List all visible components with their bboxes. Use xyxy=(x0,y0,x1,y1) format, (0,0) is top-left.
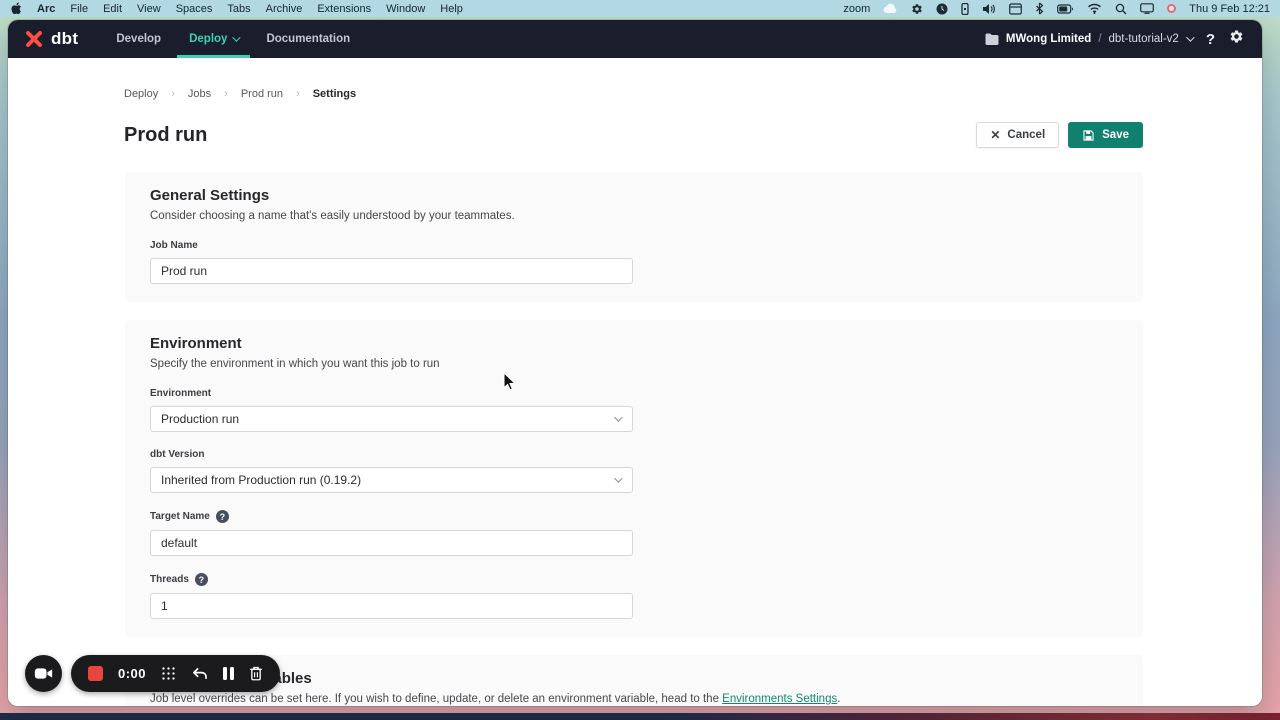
dbt-version-label: dbt Version xyxy=(150,449,204,460)
main-nav: Develop Deploy Documentation xyxy=(104,20,362,58)
environment-card: Environment Specify the environment in w… xyxy=(125,320,1143,637)
page-title: Prod run xyxy=(124,124,207,147)
breadcrumb-prod-run[interactable]: Prod run xyxy=(241,88,283,100)
save-button[interactable]: Save xyxy=(1068,122,1143,148)
spotlight-search-icon[interactable] xyxy=(1115,3,1127,15)
menu-item-arc[interactable]: Arc xyxy=(37,3,55,15)
save-floppy-icon xyxy=(1082,129,1095,142)
breadcrumb-jobs[interactable]: Jobs xyxy=(188,88,211,100)
menu-item-file[interactable]: File xyxy=(70,3,88,15)
page-content: Deploy › Jobs › Prod run › Settings Prod… xyxy=(8,58,1262,706)
help-button[interactable]: ? xyxy=(1206,31,1215,48)
screen-record-status-icon[interactable] xyxy=(1167,4,1176,13)
menu-item-extensions[interactable]: Extensions xyxy=(317,3,371,15)
dbt-logo[interactable]: dbt xyxy=(22,27,78,51)
recorder-pill: 0:00 xyxy=(71,655,280,692)
environment-label: Environment xyxy=(150,388,211,399)
nav-deploy[interactable]: Deploy xyxy=(177,20,250,58)
close-icon: ✕ xyxy=(990,128,1000,142)
dbt-logo-icon xyxy=(22,27,46,51)
target-name-help-icon[interactable]: ? xyxy=(216,510,229,523)
job-name-label: Job Name xyxy=(150,240,198,251)
account-separator: / xyxy=(1098,33,1101,45)
browser-window: dbt Develop Deploy Documentation MWong L… xyxy=(8,20,1262,706)
bluetooth-icon[interactable] xyxy=(1035,2,1044,15)
volume-icon[interactable] xyxy=(982,3,996,15)
wifi-icon[interactable] xyxy=(1087,3,1102,14)
menubar-clock[interactable]: Thu 9 Feb 12:21 xyxy=(1189,3,1270,15)
threads-help-icon[interactable]: ? xyxy=(195,573,208,586)
calendar-icon[interactable] xyxy=(1009,3,1022,15)
dbt-version-select[interactable]: Inherited from Production run (0.19.2) xyxy=(150,467,633,493)
menu-item-view[interactable]: View xyxy=(137,3,161,15)
breadcrumb-separator: › xyxy=(296,88,300,100)
chevron-down-icon xyxy=(614,413,622,421)
project-name: dbt-tutorial-v2 xyxy=(1109,33,1179,45)
menu-item-help[interactable]: Help xyxy=(440,3,463,15)
folder-icon xyxy=(985,33,999,45)
chevron-down-icon xyxy=(233,33,241,41)
nav-documentation[interactable]: Documentation xyxy=(254,20,362,58)
desktop: Arc File Edit View Spaces Tabs Archive E… xyxy=(0,0,1280,720)
chevron-down-icon xyxy=(614,474,622,482)
environment-variables-heading: Environment Variables xyxy=(150,670,1117,687)
menu-item-window[interactable]: Window xyxy=(386,3,425,15)
breadcrumb-deploy[interactable]: Deploy xyxy=(124,88,158,100)
desktop-bottom-strip xyxy=(0,713,1280,720)
breadcrumb: Deploy › Jobs › Prod run › Settings xyxy=(8,58,1262,100)
target-name-input[interactable] xyxy=(150,530,633,556)
video-camera-icon xyxy=(34,666,53,681)
camera-button[interactable] xyxy=(25,655,62,692)
threads-input[interactable] xyxy=(150,593,633,619)
job-name-input[interactable] xyxy=(150,258,633,284)
threads-label: Threads xyxy=(150,574,189,585)
cloud-icon[interactable] xyxy=(883,3,898,14)
battery-icon[interactable] xyxy=(1057,4,1074,14)
account-name: MWong Limited xyxy=(1006,33,1091,45)
chevron-down-icon xyxy=(1186,33,1194,41)
gear-status-icon[interactable] xyxy=(911,3,923,15)
macos-menubar: Arc File Edit View Spaces Tabs Archive E… xyxy=(0,0,1280,17)
menu-item-edit[interactable]: Edit xyxy=(103,3,122,15)
dbt-logo-text: dbt xyxy=(51,29,78,49)
pause-record-button[interactable] xyxy=(223,667,234,680)
record-timer: 0:00 xyxy=(118,666,146,681)
restart-record-icon[interactable] xyxy=(191,667,208,681)
breadcrumb-separator: › xyxy=(224,88,228,100)
onepassword-icon[interactable] xyxy=(961,3,969,15)
dbt-app-header: dbt Develop Deploy Documentation MWong L… xyxy=(8,20,1262,58)
stop-record-button[interactable] xyxy=(88,666,103,681)
menu-item-tabs[interactable]: Tabs xyxy=(227,3,250,15)
display-icon[interactable] xyxy=(1140,3,1154,14)
environment-variables-description: Job level overrides can be set here. If … xyxy=(150,693,1117,705)
environments-settings-link[interactable]: Environments Settings xyxy=(722,693,837,705)
account-project-selector[interactable]: MWong Limited / dbt-tutorial-v2 xyxy=(985,33,1192,45)
settings-gear-button[interactable] xyxy=(1229,29,1244,49)
general-settings-heading: General Settings xyxy=(150,187,1117,204)
apple-menu-icon[interactable] xyxy=(10,2,22,15)
general-settings-description: Consider choosing a name that's easily u… xyxy=(150,210,1117,222)
delete-record-button[interactable] xyxy=(249,666,263,681)
zoom-app-label[interactable]: zoom xyxy=(843,3,870,15)
breadcrumb-separator: › xyxy=(171,88,175,100)
menu-item-spaces[interactable]: Spaces xyxy=(176,3,213,15)
drag-handle-dots-icon[interactable] xyxy=(161,666,176,681)
environment-heading: Environment xyxy=(150,335,1117,352)
environment-select[interactable]: Production run xyxy=(150,406,633,432)
target-name-label: Target Name xyxy=(150,511,210,522)
general-settings-card: General Settings Consider choosing a nam… xyxy=(125,172,1143,302)
clock-status-icon[interactable] xyxy=(936,3,948,15)
screen-recorder-toolbar: 0:00 xyxy=(25,655,280,692)
breadcrumb-settings: Settings xyxy=(313,88,356,100)
environment-description: Specify the environment in which you wan… xyxy=(150,358,1117,370)
menu-item-archive[interactable]: Archive xyxy=(266,3,303,15)
cancel-button[interactable]: ✕ Cancel xyxy=(976,122,1059,148)
nav-develop[interactable]: Develop xyxy=(104,20,173,58)
